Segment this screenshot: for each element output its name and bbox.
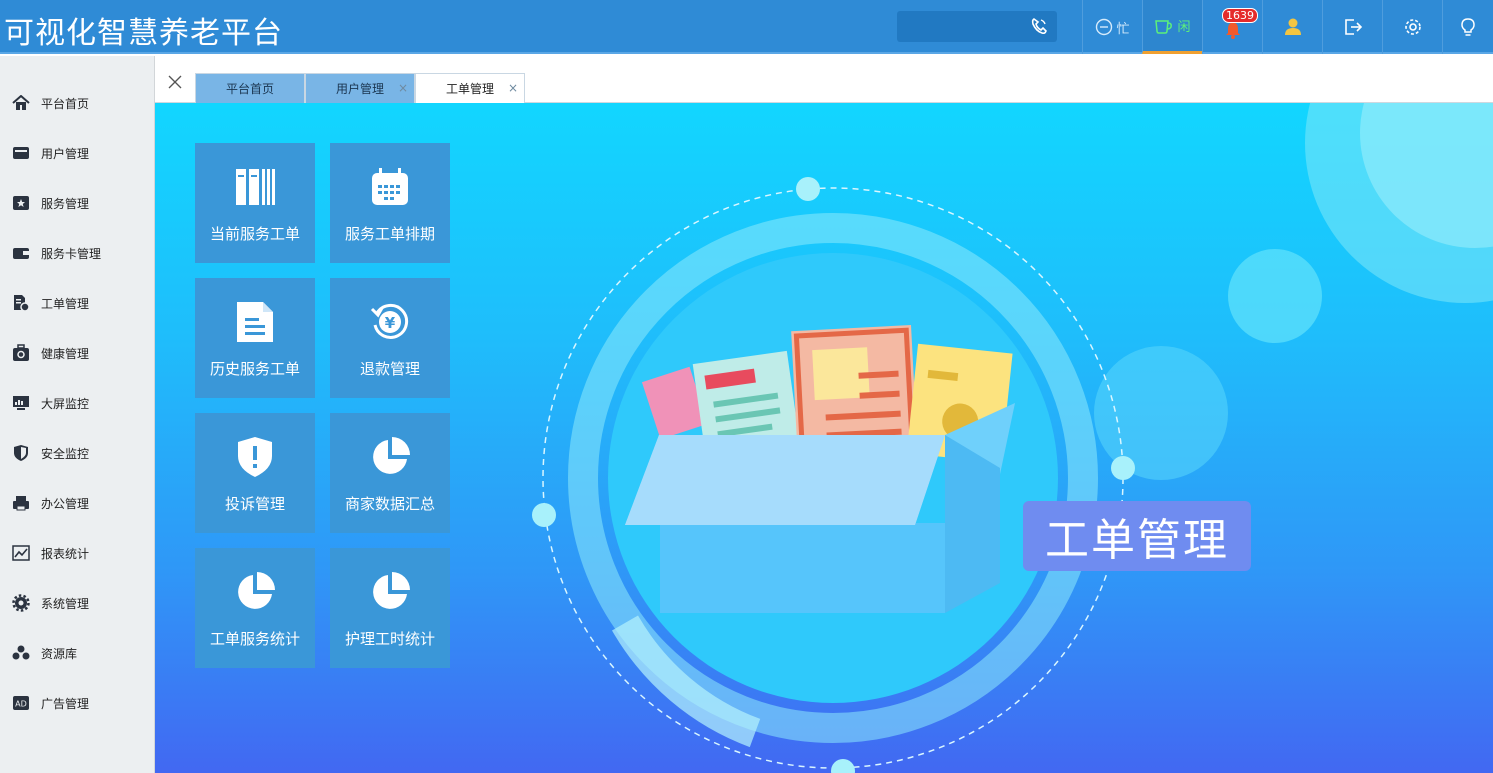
status-busy-button[interactable]: 忙 <box>1082 0 1142 54</box>
sidebar-item-label: 平台首页 <box>41 96 90 111</box>
tab-label: 平台首页 <box>225 82 274 96</box>
settings-icon <box>1404 19 1421 35</box>
sidebar: 平台首页 用户管理 服务管理 服务卡管理 工单管理 健康管理 大屏监控 安全监控… <box>0 56 155 773</box>
shield-icon <box>11 443 31 463</box>
lightbulb-icon <box>1461 18 1475 36</box>
search-input[interactable] <box>897 11 1027 42</box>
app-title: 可视化智慧养老平台 <box>4 16 283 51</box>
sidebar-item-health[interactable]: 健康管理 <box>0 328 154 378</box>
tile-complaint-management[interactable]: 投诉管理 <box>195 413 315 533</box>
notification-badge: 1639 <box>1222 8 1258 23</box>
star-card-icon <box>11 193 31 213</box>
tile-work-order-statistics[interactable]: 工单服务统计 <box>195 548 315 668</box>
tips-button[interactable] <box>1442 0 1493 54</box>
tab-label: 用户管理 <box>335 82 384 96</box>
sidebar-item-work-orders[interactable]: 工单管理 <box>0 278 154 328</box>
sidebar-item-ads[interactable]: AD 广告管理 <box>0 678 154 728</box>
pie-chart-icon <box>233 570 277 614</box>
wallet-icon <box>11 243 31 263</box>
sidebar-item-users[interactable]: 用户管理 <box>0 128 154 178</box>
document-icon <box>233 300 277 344</box>
pie-chart-icon <box>368 435 412 479</box>
busy-icon <box>1096 18 1113 36</box>
sidebar-item-label: 办公管理 <box>41 496 90 511</box>
sidebar-item-system[interactable]: 系统管理 <box>0 578 154 628</box>
top-header: 可视化智慧养老平台 忙 闲 1639 <box>0 0 1493 54</box>
sidebar-item-label: 系统管理 <box>41 596 90 611</box>
ad-icon: AD <box>11 693 31 713</box>
refund-yen-icon: ¥ <box>368 300 412 344</box>
tile-label: 当前服务工单 <box>209 225 300 243</box>
binders-icon <box>233 165 277 209</box>
status-idle-button[interactable]: 闲 <box>1142 0 1202 54</box>
inbox-icon <box>11 143 31 163</box>
tile-merchant-data-summary[interactable]: 商家数据汇总 <box>330 413 450 533</box>
sidebar-item-big-screen[interactable]: 大屏监控 <box>0 378 154 428</box>
sidebar-item-label: 安全监控 <box>41 446 90 461</box>
phone-icon[interactable] <box>1029 16 1049 36</box>
tile-label: 退款管理 <box>359 360 420 378</box>
page-banner-title: 工单管理 <box>1023 501 1251 571</box>
svg-text:AD: AD <box>15 700 27 709</box>
sidebar-item-label: 资源库 <box>41 646 78 661</box>
idle-cup-icon <box>1155 19 1173 34</box>
tile-label: 投诉管理 <box>224 495 285 513</box>
home-icon <box>11 93 31 113</box>
shield-alert-icon <box>233 435 277 479</box>
settings-button[interactable] <box>1382 0 1442 54</box>
sidebar-item-resources[interactable]: 资源库 <box>0 628 154 678</box>
bell-icon <box>1225 22 1240 39</box>
sidebar-item-security[interactable]: 安全监控 <box>0 428 154 478</box>
sidebar-item-label: 报表统计 <box>41 546 90 561</box>
sidebar-item-reports[interactable]: 报表统计 <box>0 528 154 578</box>
sidebar-item-label: 大屏监控 <box>41 396 90 411</box>
printer-icon <box>11 493 31 513</box>
status-busy-label: 忙 <box>1116 21 1130 37</box>
main-content: 工单管理 当前服务工单 服务工单排期 历史服务工单 ¥ 退款管理 投诉管理 商家… <box>155 103 1493 773</box>
logout-icon <box>1344 19 1362 35</box>
tile-label: 护理工时统计 <box>344 630 435 648</box>
tab-work-orders[interactable]: 工单管理 × <box>415 73 525 103</box>
sidebar-item-label: 服务卡管理 <box>41 246 102 261</box>
tile-label: 工单服务统计 <box>209 630 300 648</box>
tile-nursing-hours-statistics[interactable]: 护理工时统计 <box>330 548 450 668</box>
document-gear-icon <box>11 293 31 313</box>
close-all-tabs-icon[interactable] <box>167 74 183 90</box>
tab-home[interactable]: 平台首页 <box>195 73 305 103</box>
svg-text:¥: ¥ <box>385 314 396 332</box>
tile-refund-management[interactable]: ¥ 退款管理 <box>330 278 450 398</box>
user-profile-button[interactable] <box>1262 0 1322 54</box>
pie-chart-icon <box>368 570 412 614</box>
sidebar-item-label: 健康管理 <box>41 346 90 361</box>
sidebar-item-label: 用户管理 <box>41 146 90 161</box>
tile-label: 历史服务工单 <box>209 360 300 378</box>
tile-current-work-orders[interactable]: 当前服务工单 <box>195 143 315 263</box>
status-idle-label: 闲 <box>1177 20 1191 35</box>
chart-icon <box>11 543 31 563</box>
user-icon <box>1284 18 1301 35</box>
sidebar-item-services[interactable]: 服务管理 <box>0 178 154 228</box>
monitor-icon <box>11 393 31 413</box>
tab-user-management[interactable]: 用户管理 × <box>305 73 415 103</box>
medical-kit-icon <box>11 343 31 363</box>
tile-history-work-orders[interactable]: 历史服务工单 <box>195 278 315 398</box>
gear-icon <box>11 593 31 613</box>
tab-close-icon[interactable]: × <box>508 81 518 95</box>
tile-label: 服务工单排期 <box>344 225 435 243</box>
sidebar-item-office[interactable]: 办公管理 <box>0 478 154 528</box>
tab-close-icon[interactable]: × <box>398 81 408 95</box>
tab-label: 工单管理 <box>445 82 494 96</box>
tab-bar: 平台首页 用户管理 × 工单管理 × <box>155 56 1493 103</box>
logout-button[interactable] <box>1322 0 1382 54</box>
cluster-icon <box>11 643 31 663</box>
tile-label: 商家数据汇总 <box>344 495 435 513</box>
sidebar-item-service-cards[interactable]: 服务卡管理 <box>0 228 154 278</box>
sidebar-item-label: 工单管理 <box>41 296 90 311</box>
sidebar-item-home[interactable]: 平台首页 <box>0 78 154 128</box>
tile-work-order-schedule[interactable]: 服务工单排期 <box>330 143 450 263</box>
calendar-icon <box>368 165 412 209</box>
sidebar-item-label: 服务管理 <box>41 196 90 211</box>
search-box[interactable] <box>897 11 1057 42</box>
sidebar-item-label: 广告管理 <box>41 696 90 711</box>
